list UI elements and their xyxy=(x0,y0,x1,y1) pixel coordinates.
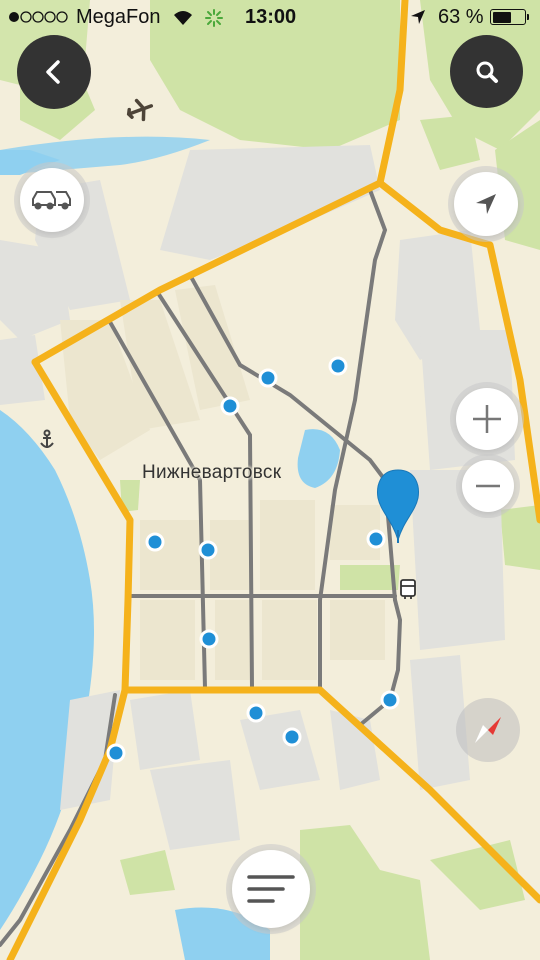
zoom-in-button[interactable] xyxy=(456,388,518,450)
carrier-name: MegaFon xyxy=(76,6,161,28)
menu-button[interactable] xyxy=(232,850,310,928)
traffic-cars-icon xyxy=(32,191,71,210)
clock: 13:00 xyxy=(245,6,297,28)
poi-dot[interactable] xyxy=(145,532,165,552)
compass-icon xyxy=(475,717,501,743)
poi-dot[interactable] xyxy=(198,540,218,560)
poi-dot[interactable] xyxy=(282,727,302,747)
location-arrow-icon xyxy=(476,194,496,214)
poi-dot[interactable] xyxy=(106,743,126,763)
plus-icon xyxy=(473,405,501,433)
battery-icon xyxy=(490,9,529,25)
zoom-out-button[interactable] xyxy=(462,460,514,512)
poi-dot[interactable] xyxy=(328,356,348,376)
chevron-left-icon xyxy=(46,60,60,84)
poi-dot[interactable] xyxy=(258,368,278,388)
signal-strength-icon xyxy=(9,11,68,23)
bus-stop-icon xyxy=(400,579,416,599)
battery-fill xyxy=(492,11,512,23)
poi-dot[interactable] xyxy=(380,690,400,710)
location-services-icon xyxy=(411,10,425,24)
poi-dot[interactable] xyxy=(199,629,219,649)
compass-button[interactable] xyxy=(456,698,520,762)
poi-dot[interactable] xyxy=(246,703,266,723)
minus-icon xyxy=(476,484,500,488)
my-location-button[interactable] xyxy=(454,172,518,236)
city-label: Нижневартовск xyxy=(142,462,282,483)
status-bar: MegaFon 13:00 63 % xyxy=(0,0,540,36)
traffic-button[interactable] xyxy=(20,168,84,232)
menu-lines-icon xyxy=(247,875,295,903)
battery-percent: 63 % xyxy=(438,6,484,28)
back-button[interactable] xyxy=(17,35,91,109)
search-button[interactable] xyxy=(450,35,523,108)
wifi-icon xyxy=(174,11,192,25)
poi-dot[interactable] xyxy=(220,396,240,416)
poi-dot[interactable] xyxy=(366,529,386,549)
search-icon xyxy=(476,61,498,83)
activity-spinner-icon xyxy=(205,9,223,27)
